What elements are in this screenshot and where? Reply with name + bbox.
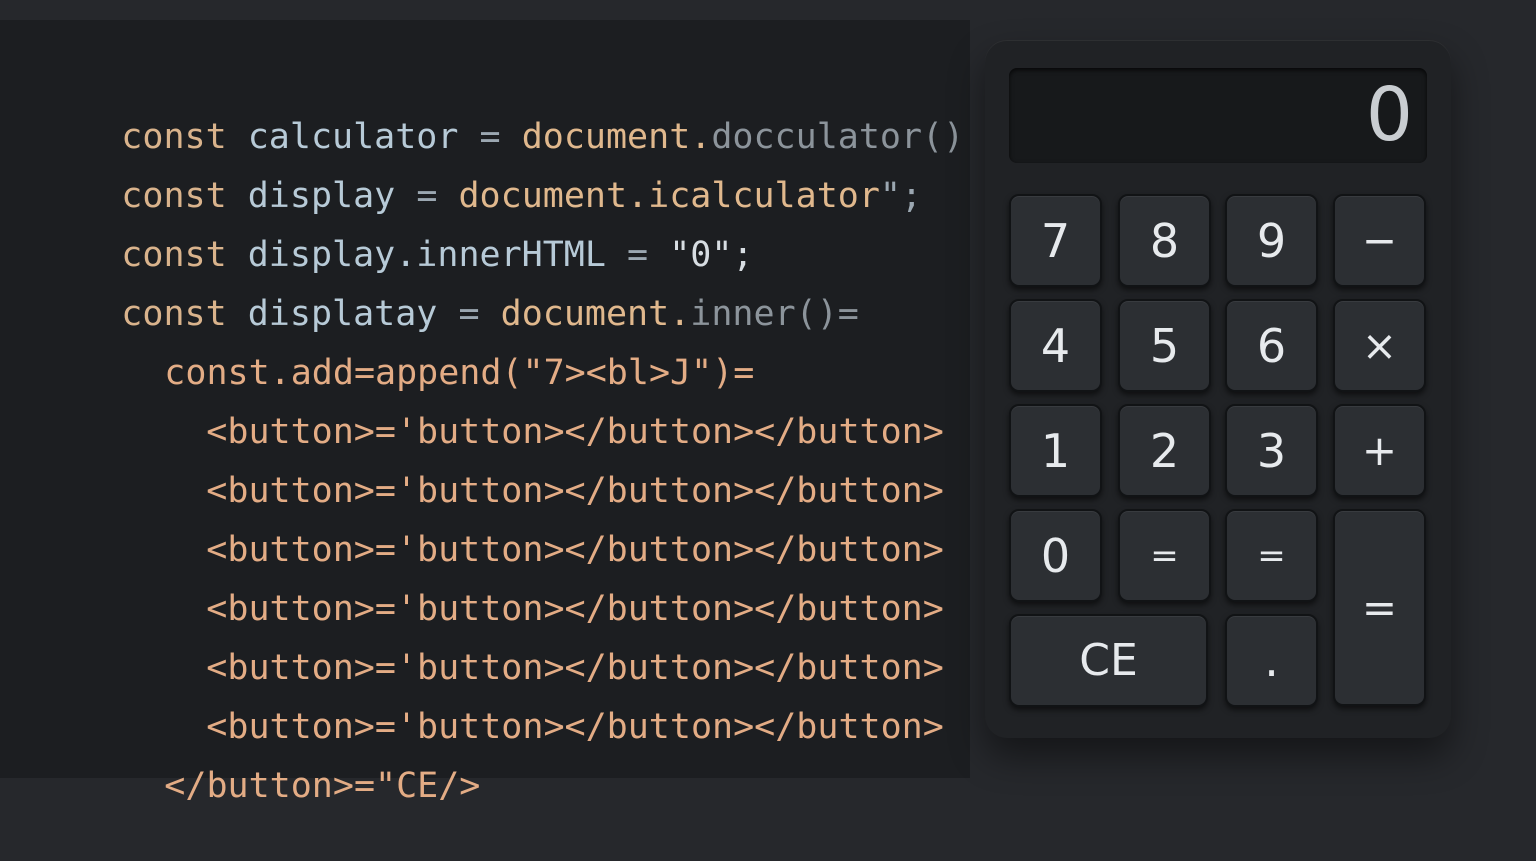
calculator-key-9[interactable]: 9 [1225,194,1318,287]
calculator-widget: 0 7 8 9 − 4 5 6 × 1 2 3 + 0 = = = CE . [985,40,1451,738]
calculator-decimal-button[interactable]: . [1225,614,1318,707]
calculator-display: 0 [1009,68,1427,163]
code-string-end: "; [879,176,923,216]
calculator-ce-button[interactable]: CE [1009,614,1208,707]
code-editor: const calculator = document.docculator()… [0,20,970,806]
calculator-key-3[interactable]: 3 [1225,404,1318,497]
calculator-key-7[interactable]: 7 [1009,194,1102,287]
calculator-equals-button-left[interactable]: = [1118,509,1211,602]
calculator-key-8[interactable]: 8 [1118,194,1211,287]
calculator-key-4[interactable]: 4 [1009,299,1102,392]
calculator-plus-button[interactable]: + [1333,404,1426,497]
calculator-key-2[interactable]: 2 [1118,404,1211,497]
calculator-equals-button-middle[interactable]: = [1225,509,1318,602]
calculator-key-0[interactable]: 0 [1009,509,1102,602]
code-line-12: </button>="CE/> [80,720,480,852]
calculator-minus-button[interactable]: − [1333,194,1426,287]
calculator-equals-button[interactable]: = [1333,509,1426,706]
calculator-key-5[interactable]: 5 [1118,299,1211,392]
code-closing-line: </button>="CE/> [164,766,481,806]
calculator-multiply-button[interactable]: × [1333,299,1426,392]
calculator-key-1[interactable]: 1 [1009,404,1102,497]
calculator-key-6[interactable]: 6 [1225,299,1318,392]
